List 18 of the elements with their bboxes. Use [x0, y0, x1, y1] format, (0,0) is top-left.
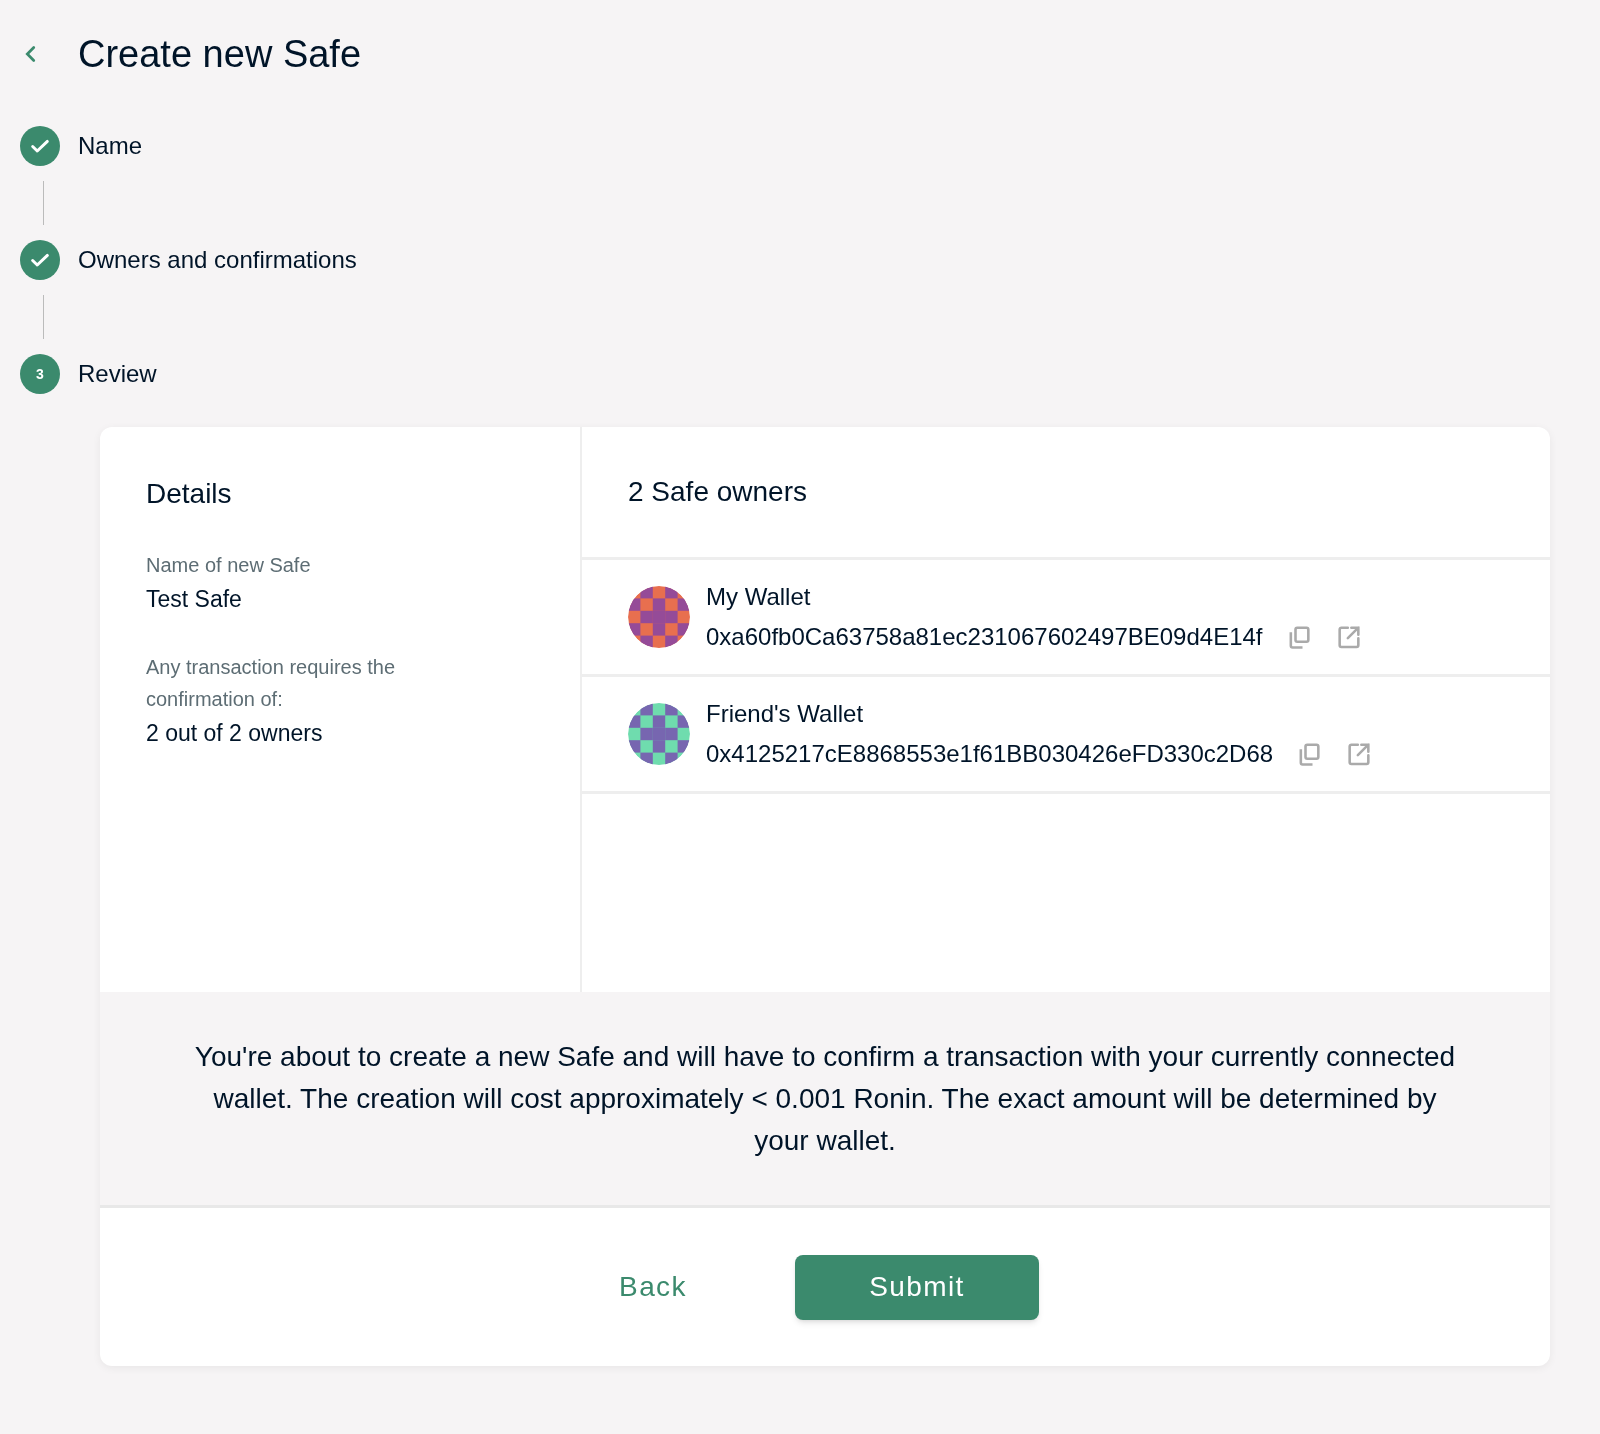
field-value: Test Safe — [146, 585, 243, 614]
field-value: 2 out of 2 owners — [146, 718, 324, 748]
field-label: Any transaction requires the confirmation of: — [146, 654, 397, 712]
page-title: Create new Safe — [78, 31, 362, 77]
owner-address: 0x4125217cE8868553e1f61BB030426eFD330c2D68 — [706, 739, 1274, 769]
step-label: Owners and confirmations — [78, 245, 357, 275]
back-button[interactable]: Back — [611, 1254, 695, 1320]
submit-button[interactable]: Submit — [794, 1254, 1039, 1320]
field-label: Name of new Safe — [146, 553, 312, 578]
owner-name: Friend's Wallet — [706, 699, 865, 729]
owner-address: 0xa60fb0Ca63758a81ec231067602497BE09d4E14f — [706, 622, 1263, 652]
owners-heading: 2 Safe owners — [628, 475, 807, 509]
owner-name: My Wallet — [706, 582, 812, 612]
step-label: Review — [78, 359, 157, 389]
cost-notice: You're about to create a new Safe and will have to confirm a transaction with your currently connected wallet. The creation will cost approximately < 0.001 Ronin. The exact amount will be determined by your wallet. — [193, 1039, 1457, 1158]
step-number: 3 — [20, 354, 60, 394]
details-heading: Details — [146, 477, 233, 511]
step-label: Name — [78, 131, 143, 161]
